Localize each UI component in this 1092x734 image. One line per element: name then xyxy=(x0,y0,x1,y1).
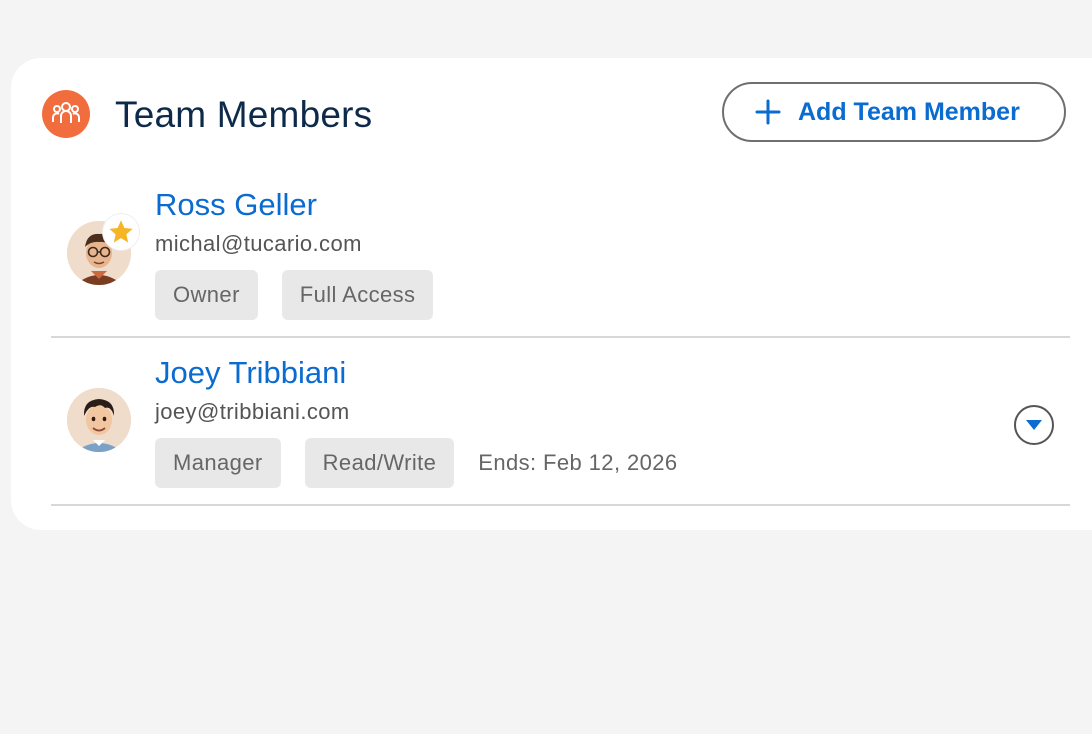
access-badge: Read/Write xyxy=(304,438,455,488)
member-email: michal@tucario.com xyxy=(155,231,362,256)
member-tags: Manager Read/Write Ends: Feb 12, 2026 xyxy=(155,438,678,488)
page-title: Team Members xyxy=(115,94,373,135)
chevron-down-icon xyxy=(1026,420,1042,430)
star-icon xyxy=(109,220,133,243)
access-badge: Full Access xyxy=(281,270,434,320)
member-options-dropdown[interactable] xyxy=(1014,405,1054,445)
member-name[interactable]: Ross Geller xyxy=(155,187,317,223)
add-team-member-label: Add Team Member xyxy=(798,97,1020,126)
member-row-joey-tribbiani: Joey Tribbiani joey@tribbiani.com Manage… xyxy=(51,338,1070,506)
owner-star-badge xyxy=(103,214,139,250)
access-end-date: Ends: Feb 12, 2026 xyxy=(478,450,678,475)
card-header: Team Members Add Team Member xyxy=(11,58,1092,168)
member-name[interactable]: Joey Tribbiani xyxy=(155,355,346,391)
add-team-member-button[interactable]: Add Team Member xyxy=(722,82,1066,142)
avatar xyxy=(67,388,131,452)
member-email: joey@tribbiani.com xyxy=(155,399,350,424)
member-row-ross-geller: Ross Geller michal@tucario.com Owner Ful… xyxy=(51,183,1070,338)
role-badge: Owner xyxy=(155,270,258,320)
team-icon xyxy=(42,90,90,138)
team-members-card: Team Members Add Team Member Ross Geller… xyxy=(11,58,1092,530)
plus-icon xyxy=(754,98,782,126)
role-badge: Manager xyxy=(155,438,281,488)
member-tags: Owner Full Access xyxy=(155,270,457,320)
